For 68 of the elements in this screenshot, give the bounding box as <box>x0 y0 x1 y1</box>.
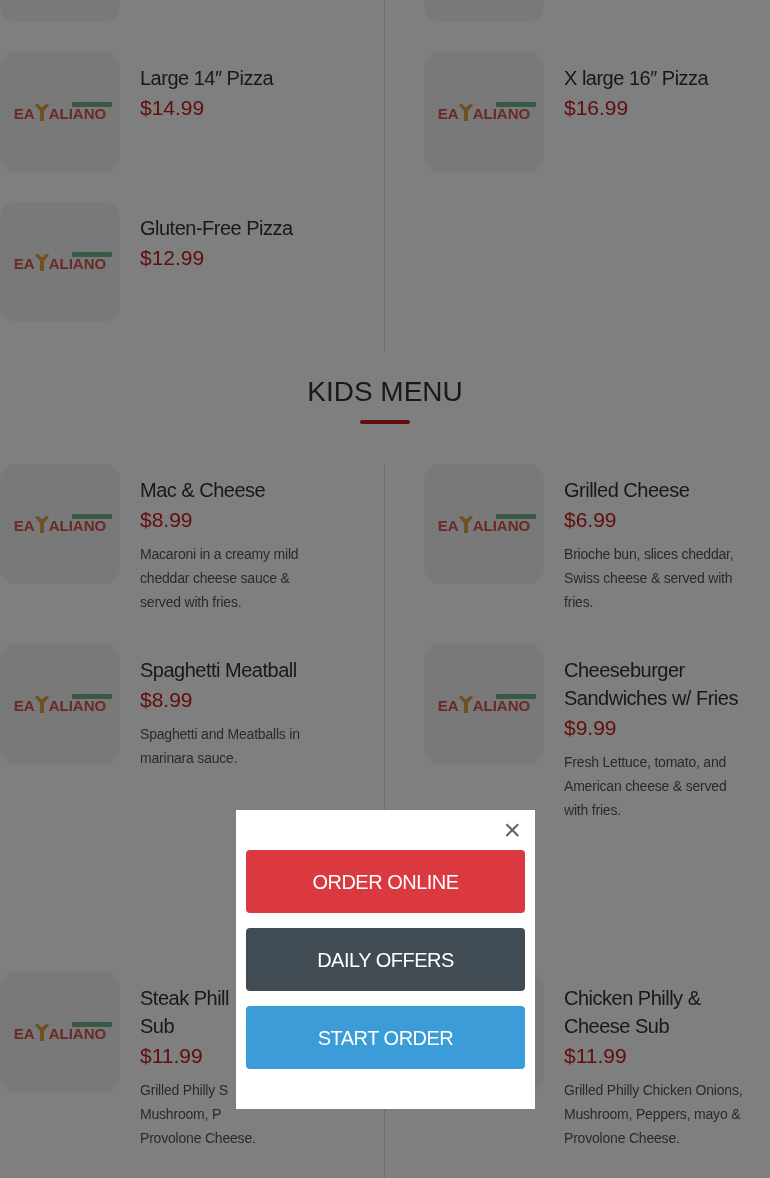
logo-text: EA <box>13 1026 35 1041</box>
item-name: Sub <box>140 1014 176 1039</box>
item-name: Steak Phill <box>140 986 230 1011</box>
logo-text: ALIANO <box>48 256 107 271</box>
banner-icon <box>496 102 536 107</box>
item-description: Provolone Cheese. <box>564 1129 681 1148</box>
item-price: $14.99 <box>140 95 206 121</box>
menu-button[interactable]: ORDER ONLINE <box>246 850 525 913</box>
item-name: Cheese Sub <box>564 1014 671 1039</box>
item-name: Mac & Cheese <box>140 478 267 503</box>
item-name: Large 14″ Pizza <box>140 66 273 91</box>
item-price: $6.99 <box>564 507 618 533</box>
figure-icon <box>34 103 49 121</box>
logo-text: ALIANO <box>48 518 107 533</box>
figure-icon <box>34 1023 49 1041</box>
item-description: Fresh Lettuce, tomato, and American cheese & served with fries. <box>564 753 728 820</box>
item-name: Grilled Cheese <box>564 478 691 503</box>
logo-text: EA <box>13 256 35 271</box>
logo-text: ALIANO <box>472 698 531 713</box>
banner-icon <box>496 514 536 519</box>
menu-button[interactable]: DAILY OFFERS <box>246 928 525 991</box>
item-price: $8.99 <box>140 507 194 533</box>
logo-text: EA <box>13 106 35 121</box>
logo-text: ALIANO <box>472 106 531 121</box>
logo-text: EA <box>13 698 35 713</box>
logo-text: EA <box>437 518 459 533</box>
item-price: $11.99 <box>564 1043 628 1069</box>
item-name: Spaghetti Meatball <box>140 658 298 683</box>
banner-icon <box>496 694 536 699</box>
figure-icon <box>458 515 473 533</box>
banner-icon <box>72 252 112 257</box>
logo-text: ALIANO <box>48 698 107 713</box>
logo-text: ALIANO <box>48 1026 107 1041</box>
item-description: Grilled Philly S <box>140 1081 229 1100</box>
logo-text: EA <box>437 106 459 121</box>
item-name: Sandwiches w/ Fries <box>564 686 739 711</box>
item-name: Gluten-Free Pizza <box>140 216 293 241</box>
banner-icon <box>72 514 112 519</box>
banner-icon <box>72 1022 112 1027</box>
item-price: $9.99 <box>564 715 618 741</box>
figure-icon <box>34 695 49 713</box>
item-price: $11.99 <box>140 1043 204 1069</box>
item-description: Mushroom, Peppers, mayo & <box>564 1105 742 1124</box>
item-description: Grilled Philly Chicken Onions, <box>564 1081 744 1100</box>
close-button[interactable]: × <box>503 815 521 845</box>
figure-icon <box>458 695 473 713</box>
banner-icon <box>72 102 112 107</box>
item-description: Brioche bun, slices cheddar, Swiss cheese & served with fries. <box>564 545 735 612</box>
figure-icon <box>34 515 49 533</box>
item-price: $12.99 <box>140 245 206 271</box>
logo-text: EA <box>437 698 459 713</box>
logo-text: EA <box>13 518 35 533</box>
item-name: Cheeseburger <box>564 658 686 683</box>
item-description: Spaghetti and Meatballs in marinara sauce. <box>140 725 301 768</box>
logo-text: ALIANO <box>472 518 531 533</box>
figure-icon <box>458 103 473 121</box>
item-name: X large 16″ Pizza <box>564 66 709 91</box>
item-description: Mushroom, P <box>140 1105 223 1124</box>
item-name: Chicken Philly & <box>564 986 702 1011</box>
logo-text: ALIANO <box>48 106 107 121</box>
item-price: $8.99 <box>140 687 194 713</box>
item-description: Provolone Cheese. <box>140 1129 257 1148</box>
menu-button[interactable]: START ORDER <box>246 1006 525 1069</box>
item-description: Macaroni in a creamy mild cheddar cheese sauce & served with fries. <box>140 545 300 612</box>
banner-icon <box>72 694 112 699</box>
figure-icon <box>34 253 49 271</box>
item-price: $16.99 <box>564 95 630 121</box>
section-title: KIDS MENU <box>307 375 463 409</box>
